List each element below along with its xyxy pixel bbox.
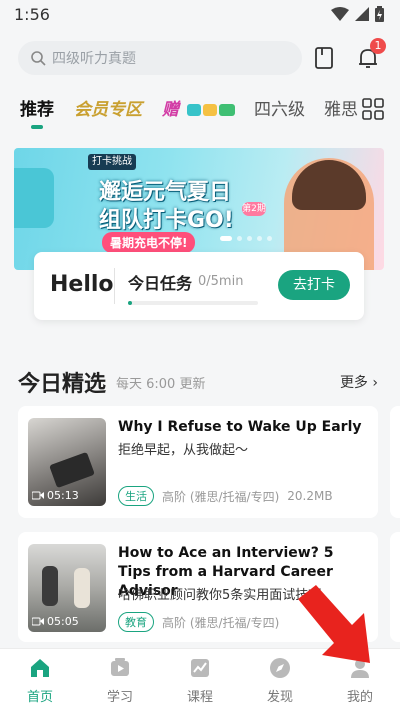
status-bar: 1:56 (0, 0, 400, 30)
search-icon (31, 51, 46, 66)
signal-icon (355, 7, 369, 21)
video-duration: 05:13 (32, 489, 79, 502)
video-thumbnail: 05:13 (28, 418, 106, 506)
section-title: 今日精选 (18, 372, 107, 397)
more-link[interactable]: 更多 › (340, 372, 378, 392)
tab-cet[interactable]: 四六级 (254, 95, 305, 120)
duration-text: 05:13 (47, 489, 79, 502)
nav-home-label: 首页 (26, 690, 53, 705)
notification-badge: 1 (370, 38, 386, 54)
task-progress-bar (128, 301, 258, 305)
wifi-icon (331, 7, 349, 21)
tab-ielts[interactable]: 雅思 (324, 95, 358, 120)
nav-discover-label: 发现 (266, 690, 293, 705)
tab-vip[interactable]: 会员专区 (74, 95, 142, 120)
active-tab-indicator (31, 125, 43, 129)
battery-icon (375, 6, 384, 22)
greeting: Hello (50, 272, 114, 297)
person-shape (74, 568, 90, 608)
task-progress-text: 0/5min (198, 274, 244, 289)
status-time: 1:56 (14, 5, 50, 24)
annotation-arrow-icon (298, 585, 370, 663)
home-icon (31, 659, 49, 677)
video-thumbnail: 05:05 (28, 544, 106, 632)
tab-gift[interactable]: 赠 (162, 95, 241, 120)
bookmark-icon[interactable] (310, 44, 338, 72)
daily-task-card: Hello 今日任务 0/5min 去打卡 (34, 252, 364, 320)
next-card-peek (390, 406, 400, 518)
phone-shape (49, 451, 95, 489)
courses-icon (191, 659, 209, 677)
section-subtitle: 每天 6:00 更新 (116, 377, 206, 392)
more-label: 更多 (339, 375, 368, 391)
banner-subheadline: 组队打卡GO! (99, 208, 234, 233)
banner-slogan: 暑期充电不停! (102, 232, 196, 253)
video-camera-icon (32, 617, 44, 626)
chevron-right-icon: › (372, 375, 378, 391)
file-size: 20.2MB (287, 489, 333, 503)
level-text: 高阶 (雅思/托福/专四) (162, 615, 280, 630)
duration-text: 05:05 (47, 615, 79, 628)
banner-tag: 打卡挑战 (88, 154, 136, 170)
nav-study[interactable]: 学习 (90, 657, 150, 705)
next-card-peek (390, 532, 400, 642)
video-subtitle: 拒绝早起，从我做起～ (118, 443, 249, 458)
app-logo-icon (14, 168, 54, 228)
list-item[interactable]: 05:13 Why I Refuse to Wake Up Early 拒绝早起… (18, 406, 378, 518)
gift-apps-icon (186, 104, 235, 116)
nav-courses[interactable]: 课程 (170, 657, 230, 705)
nav-study-label: 学习 (106, 690, 133, 705)
category-tabs: 推荐 会员专区 赠 四六级 雅思 (20, 95, 390, 127)
tab-gift-label: 赠 (162, 100, 179, 120)
category-tag: 生活 (118, 486, 154, 506)
grid-menu-icon[interactable] (362, 98, 384, 120)
nav-home[interactable]: 首页 (10, 657, 70, 705)
video-camera-icon (32, 491, 44, 500)
study-icon (111, 658, 129, 676)
video-duration: 05:05 (32, 615, 79, 628)
person-shape (42, 566, 58, 606)
search-input[interactable]: 四级听力真题 (18, 41, 302, 75)
category-tag: 教育 (118, 612, 154, 632)
level-text: 高阶 (雅思/托福/专四) (162, 489, 280, 504)
tab-recommend[interactable]: 推荐 (20, 95, 54, 120)
nav-courses-label: 课程 (186, 690, 213, 705)
task-progress-fill (128, 301, 132, 305)
video-title: Why I Refuse to Wake Up Early (118, 419, 362, 435)
banner-pagination (220, 236, 272, 241)
notification-bell-icon[interactable]: 1 (354, 38, 386, 72)
compass-icon (270, 658, 290, 678)
banner-phase-badge: 第2期 (242, 202, 266, 216)
task-label: 今日任务 (128, 274, 193, 293)
search-placeholder: 四级听力真题 (52, 51, 136, 67)
check-in-button[interactable]: 去打卡 (278, 270, 350, 300)
divider (114, 268, 115, 304)
nav-profile-label: 我的 (346, 690, 373, 705)
